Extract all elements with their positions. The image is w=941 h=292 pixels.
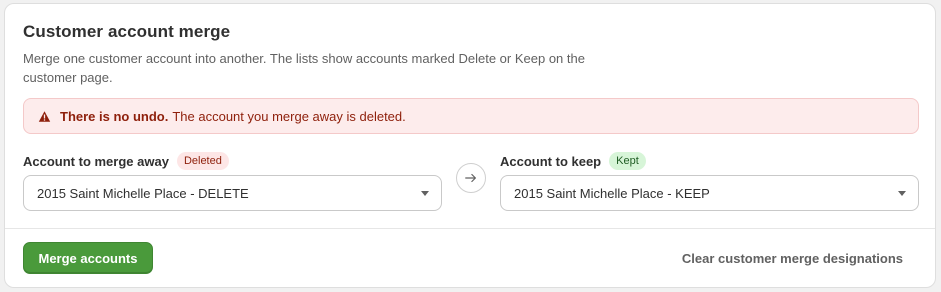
keep-label: Account to keep xyxy=(500,153,602,169)
footer-divider xyxy=(5,228,935,229)
merge-away-selected-value: 2015 Saint Michelle Place - DELETE xyxy=(37,185,249,201)
merge-card: Customer account merge Merge one custome… xyxy=(4,3,936,288)
no-undo-banner: There is no undo. The account you merge … xyxy=(23,98,919,134)
merge-away-label-row: Account to merge away Deleted xyxy=(23,152,229,170)
card-description: Merge one customer account into another.… xyxy=(23,51,585,85)
warning-triangle-icon xyxy=(38,110,51,123)
merge-away-label: Account to merge away xyxy=(23,153,169,169)
keep-select[interactable]: 2015 Saint Michelle Place - KEEP xyxy=(500,175,919,211)
arrow-right-icon xyxy=(456,163,486,193)
merge-accounts-button[interactable]: Merge accounts xyxy=(23,242,153,274)
keep-selected-value: 2015 Saint Michelle Place - KEEP xyxy=(514,185,710,201)
clear-designations-button[interactable]: Clear customer merge designations xyxy=(682,251,903,266)
card-title: Customer account merge xyxy=(23,22,231,41)
deleted-badge: Deleted xyxy=(176,152,229,170)
chevron-down-icon xyxy=(421,191,429,196)
keep-label-row: Account to keep Kept xyxy=(500,152,646,170)
merge-away-select[interactable]: 2015 Saint Michelle Place - DELETE xyxy=(23,175,442,211)
banner-strong-text: There is no undo. xyxy=(60,108,169,124)
banner-text: The account you merge away is deleted. xyxy=(172,108,406,124)
chevron-down-icon xyxy=(898,191,906,196)
kept-badge: Kept xyxy=(609,152,646,170)
